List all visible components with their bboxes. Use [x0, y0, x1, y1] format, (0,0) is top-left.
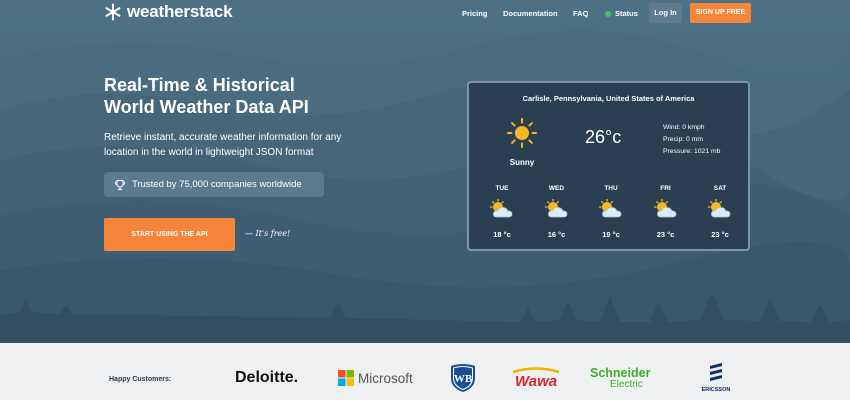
trust-text: Trusted by 75,000 companies worldwide: [132, 179, 302, 190]
wawa-mark-icon: Wawa: [512, 367, 560, 390]
trust-badge: Trusted by 75,000 companies worldwide: [104, 172, 324, 197]
forecast-day: TUE 18 °c: [485, 185, 519, 239]
signup-button[interactable]: SIGN UP FREE: [690, 3, 751, 23]
hero-subtitle: Retrieve instant, accurate weather infor…: [104, 132, 342, 158]
wb-text: WB: [454, 373, 473, 385]
start-api-button[interactable]: START USING THE API: [104, 218, 235, 251]
forecast-icon-wrap: [653, 198, 679, 227]
forecast-day-temp: 18 °c: [493, 230, 511, 239]
ericsson-text: ERICSSON: [701, 387, 731, 393]
partly-cloudy-icon: [598, 198, 622, 218]
schneider-text: Schneider: [590, 366, 651, 380]
forecast-icon-wrap: [707, 198, 733, 227]
partly-cloudy-icon: [707, 198, 731, 218]
deloitte-logo: Deloitte.: [235, 369, 298, 387]
forecast-icon-wrap: [489, 198, 515, 227]
forecast-icon-wrap: [598, 198, 624, 227]
forecast-day: THU 19 °c: [594, 185, 628, 239]
forecast-day-temp: 16 °c: [547, 230, 566, 239]
page-title: Real-Time & Historical World Weather Dat…: [104, 74, 424, 118]
top-navigation: weatherstack Pricing Documentation FAQ S…: [0, 0, 850, 28]
forecast-day-name: TUE: [495, 185, 509, 192]
forecast-day-name: FRI: [660, 185, 671, 192]
forecast-day-name: THU: [604, 185, 618, 192]
ericsson-mark-icon: [710, 363, 722, 381]
forecast-day-temp: 23 °c: [711, 230, 729, 239]
widget-precip: Precip: 0 mm: [663, 136, 704, 143]
ericsson-logo: ERICSSON: [697, 363, 735, 393]
electric-text: Electric: [610, 379, 643, 390]
partly-cloudy-icon: [653, 198, 676, 218]
weather-widget: Carlisle, Pennsylvania, United States of…: [467, 81, 750, 251]
microsoft-text: Microsoft: [358, 370, 413, 386]
nav-pricing-link[interactable]: Pricing: [462, 9, 487, 18]
status-label: Status: [615, 9, 638, 18]
sun-icon: [507, 118, 537, 148]
partly-cloudy-icon: [544, 198, 567, 218]
forecast-day-temp: 19 °c: [602, 230, 620, 239]
widget-details: Wind: 0 kmph Precip: 0 mm Pressure: 1021…: [663, 122, 720, 158]
forecast-day: FRI 23 °c: [649, 185, 683, 239]
login-button[interactable]: Log In: [649, 3, 682, 23]
forecast-day: SAT 23 °c: [703, 185, 737, 239]
microsoft-logo: Microsoft: [338, 370, 413, 386]
widget-pressure: Pressure: 1021 mb: [663, 148, 721, 155]
schneider-logo: Schneider Electric: [590, 366, 651, 390]
customers-bar: Happy Customers: Deloitte. Microsoft WB …: [0, 343, 850, 400]
customers-label: Happy Customers:: [109, 376, 172, 383]
wb-logo: WB: [449, 363, 477, 398]
wawa-logo: Wawa: [511, 367, 561, 394]
trophy-icon: [114, 179, 126, 190]
free-note: — It's free!: [245, 229, 291, 238]
forecast-day: WED 16 °c: [540, 185, 574, 239]
widget-condition: Sunny: [509, 158, 535, 167]
widget-location: Carlisle, Pennsylvania, United States of…: [522, 94, 695, 103]
wb-shield-icon: WB: [451, 364, 475, 392]
deloitte-text: Deloitte.: [235, 369, 299, 386]
microsoft-squares-icon: [338, 370, 354, 386]
forecast-icon-wrap: [544, 198, 570, 227]
forecast-row: TUE 18 °c WED 16 °c THU 19 °c FRI 23 °c SAT 23 °c: [485, 185, 737, 239]
nav-status-link[interactable]: Status: [605, 9, 638, 18]
status-dot-icon: [605, 10, 611, 17]
hero-section: weatherstack Pricing Documentation FAQ S…: [0, 0, 850, 343]
nav-documentation-link[interactable]: Documentation: [503, 9, 558, 18]
forecast-day-temp: 23 °c: [656, 230, 675, 239]
snowflake-icon: [105, 3, 121, 21]
forecast-day-name: SAT: [713, 185, 727, 192]
title-line-1: Real-Time & Historical: [104, 75, 295, 95]
widget-wind: Wind: 0 kmph: [663, 124, 705, 131]
brand-logo[interactable]: weatherstack: [104, 2, 233, 22]
forecast-day-name: WED: [548, 185, 565, 192]
brand-name: weatherstack: [127, 2, 233, 21]
partly-cloudy-icon: [489, 198, 513, 218]
wawa-text: Wawa: [515, 373, 557, 389]
widget-temperature: 26°c: [585, 127, 622, 147]
title-line-2: World Weather Data API: [104, 97, 309, 117]
nav-faq-link[interactable]: FAQ: [573, 9, 588, 18]
